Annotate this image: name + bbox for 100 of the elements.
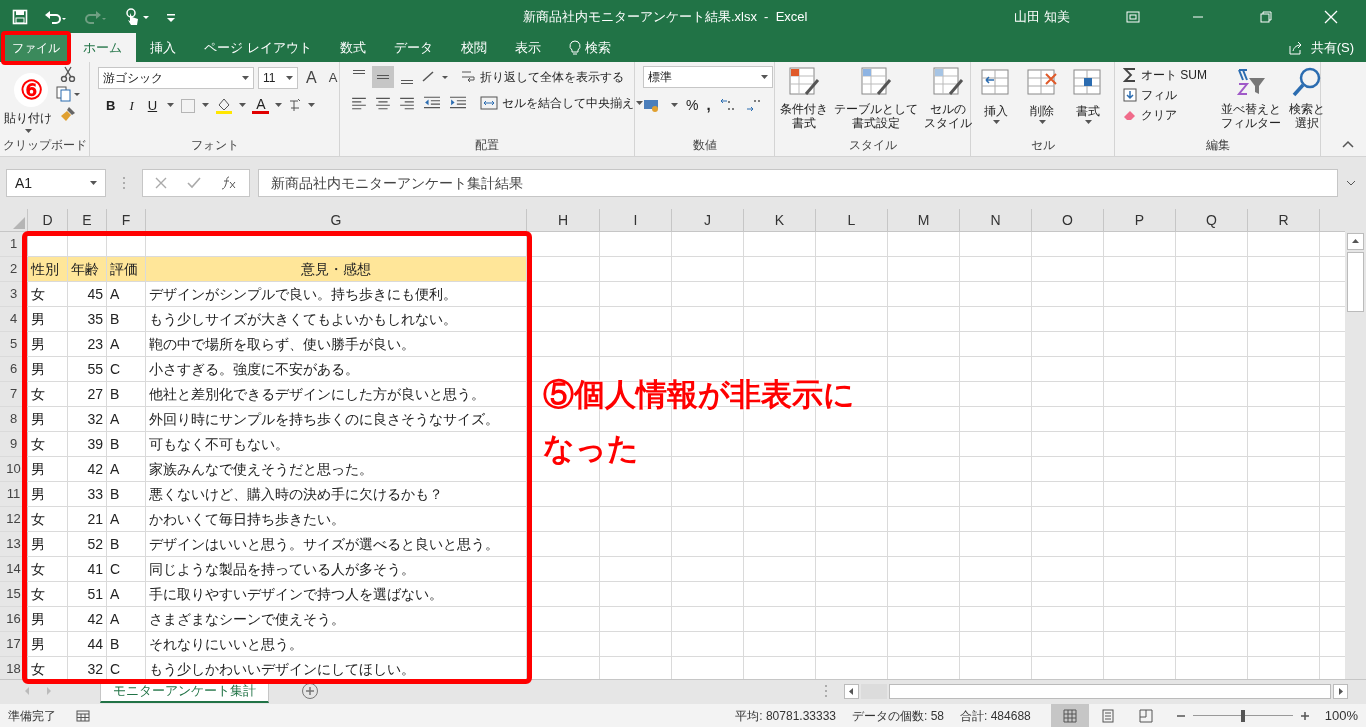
column-header[interactable]: H [527,209,600,231]
column-header[interactable]: P [1104,209,1176,231]
collapse-ribbon-icon[interactable] [1342,140,1354,148]
zoom-level[interactable]: 100% [1324,705,1358,726]
italic-button[interactable]: I [125,96,138,116]
dropdown-caret-icon[interactable] [1084,120,1092,125]
font-size-field[interactable]: 11 [258,67,298,89]
expand-formula-icon[interactable] [1346,180,1356,186]
paste-button[interactable]: 貼り付け [4,111,52,134]
undo-icon[interactable] [44,8,68,25]
name-box[interactable]: A1 [6,169,106,197]
percent-style-button[interactable]: % [686,94,699,116]
copy-icon[interactable] [56,86,80,102]
comma-style-button[interactable]: , [706,94,711,117]
new-sheet-icon[interactable] [301,682,319,700]
column-header[interactable]: O [1032,209,1104,231]
column-header[interactable]: G [146,209,527,231]
underline-button[interactable]: U [143,96,162,116]
ribbon-button[interactable]: 削除 [1021,66,1063,136]
ribbon-display-options-icon[interactable] [1126,10,1140,23]
ribbon-tab[interactable]: 数式 [325,33,380,62]
vertical-align-button[interactable] [372,66,394,88]
column-header[interactable]: M [888,209,960,231]
ribbon-button[interactable]: テーブルとして 書式設定 [833,66,919,136]
table-cell-text: B [110,434,120,454]
touch-mode-icon[interactable] [124,7,150,26]
clear-button[interactable]: クリア [1123,106,1217,124]
column-header[interactable]: E [68,209,107,231]
horizontal-scrollbar-thumb[interactable] [889,683,1331,699]
scroll-left-icon[interactable] [844,683,859,699]
column-header[interactable]: L [816,209,888,231]
table-cell-text: 女 [31,559,45,579]
dropdown-caret-icon[interactable] [671,102,678,108]
save-icon[interactable] [12,8,28,25]
insert-function-icon[interactable] [221,176,237,190]
close-icon[interactable] [1324,9,1338,24]
macro-recording-icon[interactable] [76,709,90,722]
formula-field[interactable]: 新商品社内モニターアンケート集計結果 [258,169,1338,197]
font-name-value: 游ゴシック [103,70,163,87]
table-cell-text: 39 [87,434,103,454]
find-and-select-button[interactable]: 検索と 選択 [1285,66,1325,136]
column-header[interactable]: D [28,209,68,231]
dropdown-caret-icon[interactable] [239,103,247,109]
dropdown-caret-icon[interactable] [90,180,97,186]
align-lines-icon [377,75,389,79]
ribbon-button[interactable]: 挿入 [975,66,1017,136]
orientation-icon[interactable] [420,69,450,85]
column-header[interactable]: N [960,209,1032,231]
ribbon-tab[interactable]: データ [379,33,447,62]
column-header[interactable]: K [744,209,816,231]
number-format-field[interactable]: 標準 [643,66,773,88]
fill-color-icon[interactable] [215,96,234,115]
dropdown-caret-icon[interactable] [242,75,249,81]
dropdown-caret-icon[interactable] [636,100,643,106]
font-color-button[interactable]: A [252,97,270,115]
column-header[interactable]: R [1248,209,1320,231]
column-header[interactable]: J [672,209,744,231]
ribbon-button[interactable]: 書式 [1067,66,1109,136]
vertical-scrollbar-thumb[interactable] [1347,252,1364,312]
font-name-field[interactable]: 游ゴシック [98,67,254,89]
dropdown-caret-icon[interactable] [308,103,316,109]
shrink-font-button[interactable]: A [324,68,342,88]
scroll-right-icon[interactable] [1333,683,1348,699]
ribbon-tab[interactable]: 表示 [500,33,555,62]
decrease-decimal-icon[interactable] [744,97,763,114]
tell-me-search[interactable]: 検索 [554,33,625,62]
dropdown-caret-icon[interactable] [1038,120,1046,125]
ribbon-button[interactable]: 条件付き 書式 [779,66,829,136]
zoom-in-icon[interactable] [1300,711,1309,720]
table-cell-text: 同じような製品を持っている人が多そう。 [149,559,415,579]
dropdown-caret-icon[interactable] [286,75,293,81]
restore-icon[interactable] [1260,10,1272,23]
ribbon-tab[interactable]: ホーム [69,33,136,62]
share-button[interactable]: 共有(S) [1276,33,1366,62]
zoom-slider-thumb[interactable] [1240,709,1245,722]
view-button[interactable] [1050,704,1089,727]
dropdown-caret-icon[interactable] [167,103,175,109]
enter-check-icon[interactable] [187,177,201,189]
ribbon-tab[interactable]: 校閲 [446,33,501,62]
fill-button[interactable]: フィル [1123,86,1217,104]
column-header[interactable]: F [107,209,146,231]
merge-and-center-button[interactable]: セルを結合して中央揃え [480,94,634,112]
dropdown-caret-icon[interactable] [202,103,210,109]
scroll-up-icon[interactable] [1347,233,1364,250]
ribbon-tab[interactable]: 挿入 [136,33,190,62]
sort-and-filter-button[interactable]: 並べ替えと フィルター [1221,66,1281,136]
column-header[interactable]: Q [1176,209,1248,231]
dropdown-caret-icon[interactable] [275,103,283,109]
ribbon-button[interactable]: セルの スタイル [923,66,973,136]
autosum-button[interactable]: オート SUM [1123,66,1217,84]
bold-button[interactable]: B [102,96,120,116]
table-cell-text: B [110,484,120,504]
ribbon-tab[interactable]: ページ レイアウト [190,33,326,62]
zoom-slider[interactable] [1192,709,1293,722]
grow-font-button[interactable]: A [302,66,321,90]
dropdown-caret-icon[interactable] [992,120,1000,125]
column-header[interactable]: I [600,209,672,231]
dropdown-caret-icon[interactable] [761,74,768,80]
phonetic-guide-icon[interactable] [288,97,303,114]
wrap-text-button[interactable]: 折り返して全体を表示する [460,68,624,86]
